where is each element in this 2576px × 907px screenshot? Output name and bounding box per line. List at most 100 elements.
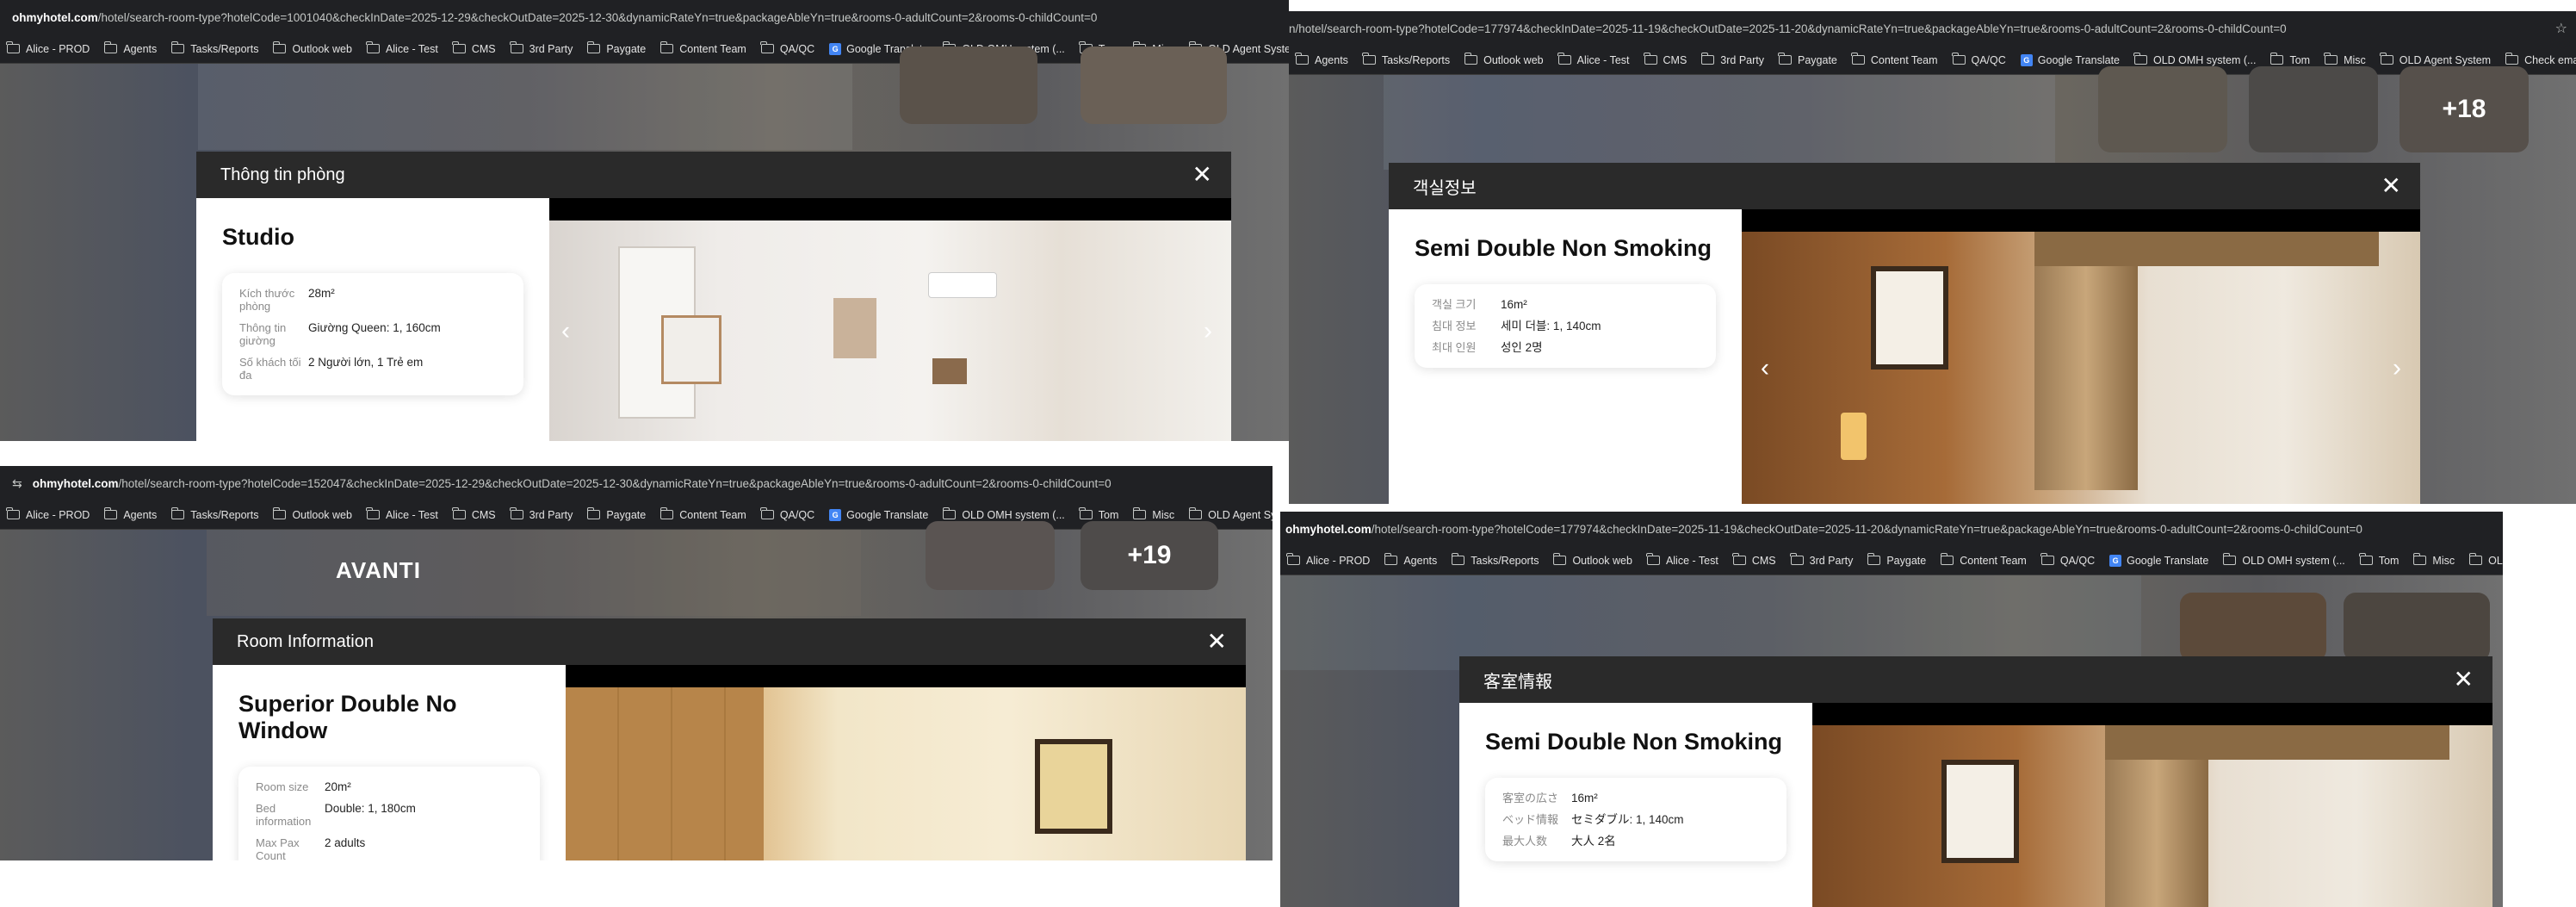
bookmark-misc[interactable]: Misc [2412,553,2455,567]
spec-value: 大人 2名 [1571,835,1616,848]
bookmark-outlook-web[interactable]: Outlook web [1552,553,1632,567]
bookmark-tasks-reports[interactable]: Tasks/Reports [170,507,258,521]
gallery-thumbnail[interactable] [1081,47,1227,124]
folder-icon [1732,553,1746,565]
bookmark-tasks-reports[interactable]: Tasks/Reports [1362,53,1450,66]
close-icon[interactable]: ✕ [1192,162,1212,188]
bookmark-tasks-reports[interactable]: Tasks/Reports [170,41,258,55]
bookmark-qa-qc[interactable]: QA/QC [1951,53,2006,66]
bookmark-paygate[interactable]: Paygate [1867,553,1926,567]
star-icon[interactable]: ☆ [2555,20,2567,37]
bookmark-alice-test[interactable]: Alice - Test [1646,553,1718,567]
bookmark-agents[interactable]: Agents [103,507,157,521]
folder-icon [942,507,957,519]
gallery-thumbnail[interactable] [2249,66,2378,152]
modal-header: Thông tin phòng ✕ [196,152,1231,198]
site-settings-icon[interactable]: ⇆ [12,476,22,491]
bookmark-paygate[interactable]: Paygate [586,507,646,521]
bookmark-agents[interactable]: Agents [1384,553,1437,567]
bookmark-google-translate[interactable]: G Google Translate [829,508,928,521]
gallery-thumbnail[interactable] [2098,66,2227,152]
room-name: Semi Double Non Smoking [1415,235,1712,261]
bookmark-tom[interactable]: Tom [2269,53,2310,66]
folder-icon [272,507,287,519]
url-path: /hotel/search-room-type?hotelCode=152047… [118,476,1112,490]
gallery-thumbnail[interactable] [900,47,1037,124]
url-domain: ohmyhotel.com [12,10,98,24]
room-info-modal: 객실정보 ✕ Semi Double Non Smoking 객실 크기 16m²… [1389,163,2420,504]
bookmark-qa-qc[interactable]: QA/QC [760,41,814,55]
spec-value: 2 adults [325,836,366,849]
bookmark-outlook-web[interactable]: Outlook web [1464,53,1544,66]
bookmark-agents[interactable]: Agents [103,41,157,55]
bookmark-cms[interactable]: CMS [1643,53,1687,66]
room-photo: ‹ › [549,198,1231,441]
bookmark-old-omh[interactable]: OLD OMH system (... [2133,53,2256,66]
bookmark-outlook-web[interactable]: Outlook web [272,41,352,55]
folder-icon [6,507,20,519]
folder-icon [2380,53,2393,65]
bookmark-agents[interactable]: Agents [1295,53,1348,66]
gallery-thumbnail[interactable] [2180,593,2326,662]
bookmark-3rd-party[interactable]: 3rd Party [1700,53,1764,66]
bookmark-cms[interactable]: CMS [452,507,496,521]
bookmark-alice-prod[interactable]: Alice - PROD [1286,553,1370,567]
bookmark-content-team[interactable]: Content Team [1851,53,1938,66]
bookmark-paygate[interactable]: Paygate [586,41,646,55]
room-photo [1812,703,2492,907]
bookmark-alice-prod[interactable]: Alice - PROD [6,507,90,521]
gallery-more-thumbnail[interactable]: +18 [2400,66,2529,152]
folder-icon [1700,53,1715,65]
bookmark-outlook-web[interactable]: Outlook web [272,507,352,521]
chevron-right-icon[interactable]: › [1204,317,1212,346]
folder-icon [366,507,380,519]
url-path: /hotel/search-room-type?hotelCode=177974… [1371,522,2362,536]
bookmark-content-team[interactable]: Content Team [659,41,746,55]
gallery-more-thumbnail[interactable]: +19 [1081,521,1218,590]
bookmark-paygate[interactable]: Paygate [1778,53,1837,66]
bookmark-tasks-reports[interactable]: Tasks/Reports [1451,553,1539,567]
folder-icon [1643,53,1657,65]
close-icon[interactable]: ✕ [2381,173,2401,199]
bookmark-old-omh[interactable]: OLD OMH system (... [942,507,1065,521]
spec-row: 최대 인원 성인 2명 [1432,341,1699,354]
address-bar[interactable]: ohmyhotel.com/hotel/search-room-type?hot… [0,0,1289,34]
bookmark-qa-qc[interactable]: QA/QC [2040,553,2095,567]
bookmark-old-agent-system[interactable]: OLD Agent System [2468,553,2503,567]
spec-value: 2 Người lớn, 1 Trẻ em [308,356,424,369]
chevron-left-icon[interactable]: ‹ [561,317,570,346]
bookmark-old-agent-system[interactable]: OLD Agent System [2380,53,2491,66]
close-icon[interactable]: ✕ [1207,629,1227,655]
bookmark-content-team[interactable]: Content Team [1940,553,2027,567]
bookmark-google-translate[interactable]: G Google Translate [2109,554,2208,567]
bookmark-old-agent-system[interactable]: OLD Agent System [1188,507,1273,521]
bookmark-google-translate[interactable]: G Google Translate [2020,53,2120,66]
bookmark-tom[interactable]: Tom [2359,553,2399,567]
bookmark-alice-prod[interactable]: Alice - PROD [6,41,90,55]
bookmark-old-omh[interactable]: OLD OMH system (... [2222,553,2345,567]
bookmark-3rd-party[interactable]: 3rd Party [1790,553,1853,567]
gallery-thumbnail[interactable] [926,521,1055,590]
bookmark-alice-test[interactable]: Alice - Test [366,41,438,55]
bookmark-alice-test[interactable]: Alice - Test [1557,53,1630,66]
bookmark-content-team[interactable]: Content Team [659,507,746,521]
bookmark-3rd-party[interactable]: 3rd Party [510,507,573,521]
bookmark-cms[interactable]: CMS [1732,553,1776,567]
bookmark-3rd-party[interactable]: 3rd Party [510,41,573,55]
bookmark-cms[interactable]: CMS [452,41,496,55]
bookmark-check-email[interactable]: Check ema [2505,53,2576,66]
bookmark-tom[interactable]: Tom [1079,507,1118,521]
bookmark-alice-test[interactable]: Alice - Test [366,507,438,521]
bookmark-qa-qc[interactable]: QA/QC [760,507,814,521]
address-bar[interactable]: ⇆ ohmyhotel.com/hotel/search-room-type?h… [0,466,1273,500]
address-bar[interactable]: n/hotel/search-room-type?hotelCode=17797… [1289,11,2576,46]
bookmark-misc[interactable]: Misc [1132,507,1174,521]
address-bar[interactable]: ohmyhotel.com/hotel/search-room-type?hot… [1280,512,2503,546]
bookmark-misc[interactable]: Misc [2324,53,2366,66]
gallery-thumbnail[interactable] [2344,593,2490,662]
spec-label: ベッド情報 [1502,813,1559,826]
close-icon[interactable]: ✕ [2454,667,2474,693]
chevron-right-icon[interactable]: › [2393,354,2401,383]
room-details: Semi Double Non Smoking 客室の広さ 16m² ベッド情報セ… [1459,703,1812,907]
chevron-left-icon[interactable]: ‹ [1761,354,1769,383]
